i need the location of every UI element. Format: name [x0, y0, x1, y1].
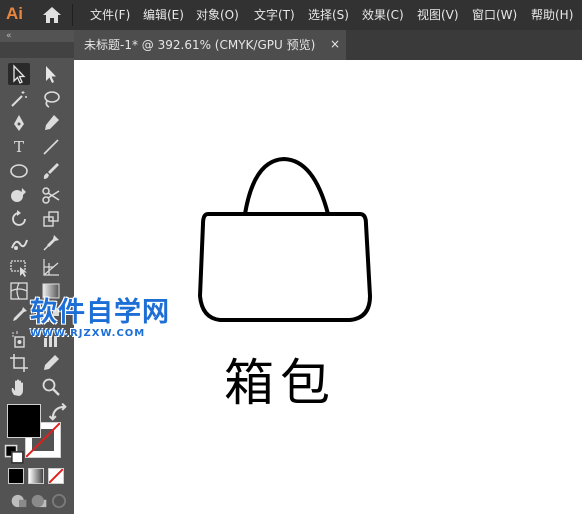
paintbrush-tool-icon[interactable] [40, 160, 62, 182]
document-tab-bar: 未标题-1* @ 392.61% (CMYK/GPU 预览) × [74, 30, 582, 60]
mesh-tool-icon[interactable] [8, 280, 30, 302]
none-mode-button[interactable] [48, 468, 64, 484]
magic-wand-tool-icon[interactable] [8, 88, 30, 110]
fill-swatch[interactable] [7, 404, 41, 438]
type-tool-glyph: T [13, 138, 24, 156]
menu-bar: Ai 文件(F) 编辑(E) 对象(O) 文字(T) 选择(S) 效果(C) 视… [0, 0, 582, 30]
artboard-canvas[interactable]: 箱包 [74, 60, 582, 514]
panel-grip[interactable] [0, 42, 74, 58]
home-icon[interactable] [42, 6, 62, 24]
default-colors-icon[interactable] [4, 444, 24, 464]
slice-tool-icon[interactable] [40, 352, 62, 374]
handbag-icon [198, 156, 372, 322]
free-transform-tool-icon[interactable] [8, 256, 30, 278]
menu-edit[interactable]: 编辑(E) [143, 8, 184, 22]
selection-tool-icon[interactable] [8, 63, 30, 85]
menu-view[interactable]: 视图(V) [417, 8, 459, 22]
shaper-tool-icon[interactable] [8, 184, 30, 206]
perspective-grid-tool-icon[interactable] [40, 256, 62, 278]
menu-effect[interactable]: 效果(C) [362, 8, 404, 22]
watermark-sub: WWW.RJZXW.COM [30, 328, 146, 339]
close-icon[interactable]: × [330, 37, 340, 51]
draw-normal-icon[interactable] [8, 490, 27, 508]
watermark: 软件自学网 WWW.RJZXW.COM [30, 298, 190, 340]
symbol-sprayer-tool-icon[interactable] [8, 328, 30, 350]
gradient-mode-button[interactable] [28, 468, 44, 484]
color-mode-button[interactable] [8, 468, 24, 484]
menu-file[interactable]: 文件(F) [90, 8, 130, 22]
none-slash-icon [49, 469, 63, 483]
scale-tool-icon[interactable] [40, 208, 62, 230]
rotate-tool-icon[interactable] [8, 208, 30, 230]
ellipse-tool-icon[interactable] [8, 160, 30, 182]
menu-object[interactable]: 对象(O) [196, 8, 239, 22]
draw-behind-icon[interactable] [28, 490, 47, 508]
puppet-warp-tool-icon[interactable] [40, 232, 62, 254]
warp-tool-icon[interactable] [8, 232, 30, 254]
document-tab[interactable]: 未标题-1* @ 392.61% (CMYK/GPU 预览) × [74, 30, 346, 60]
curvature-tool-icon[interactable] [40, 112, 62, 134]
menu-window[interactable]: 窗口(W) [472, 8, 517, 22]
menu-separator [72, 4, 73, 26]
scissors-tool-icon[interactable] [40, 184, 62, 206]
app-logo: Ai [6, 4, 23, 23]
type-tool-icon[interactable]: T [8, 136, 30, 158]
lasso-tool-icon[interactable] [40, 88, 62, 110]
menu-select[interactable]: 选择(S) [308, 8, 349, 22]
watermark-main: 软件自学网 [30, 297, 170, 328]
draw-inside-icon[interactable] [48, 490, 67, 509]
line-tool-icon[interactable] [40, 136, 62, 158]
direct-selection-tool-icon[interactable] [40, 63, 62, 85]
hand-tool-icon[interactable] [8, 376, 30, 398]
zoom-tool-icon[interactable] [40, 376, 62, 398]
artboard-tool-icon[interactable] [8, 352, 30, 374]
pen-tool-icon[interactable] [8, 112, 30, 134]
menu-help[interactable]: 帮助(H) [531, 8, 573, 22]
document-tab-title: 未标题-1* @ 392.61% (CMYK/GPU 预览) [84, 38, 316, 52]
swap-fill-stroke-icon[interactable] [48, 402, 67, 421]
menu-type[interactable]: 文字(T) [254, 8, 295, 22]
collapse-panel-icon[interactable]: « [6, 32, 12, 41]
eyedropper-tool-icon[interactable] [8, 304, 30, 326]
caption-text: 箱包 [224, 354, 336, 412]
